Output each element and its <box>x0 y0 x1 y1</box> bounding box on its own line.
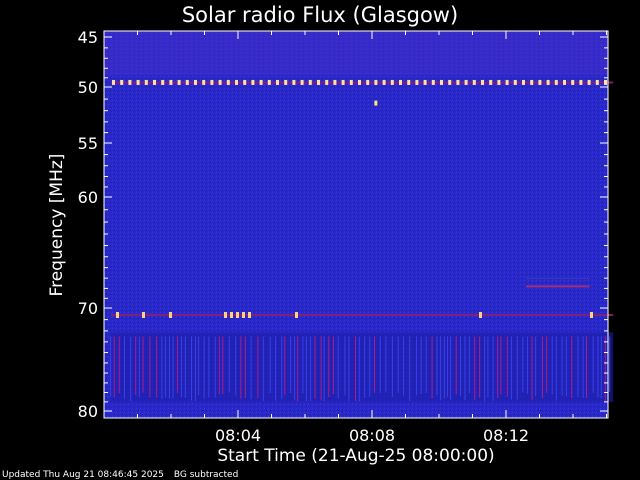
interference-dot <box>579 79 583 85</box>
y-tick-label: 60 <box>78 188 98 207</box>
interference-dot <box>224 312 227 319</box>
interference-dot <box>267 79 271 85</box>
interference-dot <box>248 312 251 319</box>
interference-dot <box>177 79 181 85</box>
y-tick-label: 45 <box>78 28 98 47</box>
interference-dot <box>194 79 197 85</box>
interference-dot <box>235 79 238 85</box>
interference-dot <box>497 79 501 85</box>
interference-dot <box>276 79 279 85</box>
interference-dot <box>210 79 214 85</box>
interference-dot <box>226 79 230 85</box>
interference-dot <box>464 79 468 85</box>
interference-dot <box>390 79 394 85</box>
interference-dot <box>481 79 484 85</box>
footer: Updated Thu Aug 21 08:46:45 2025 BG subtr… <box>2 470 248 480</box>
interference-dot <box>374 79 378 85</box>
interference-dot <box>317 79 320 85</box>
upper-band <box>104 31 608 75</box>
interference-dot <box>546 79 550 85</box>
interference-dot <box>325 79 329 85</box>
interference-dot <box>116 312 119 319</box>
interference-dot <box>292 79 296 85</box>
interference-dot <box>218 79 222 85</box>
interference-dot <box>571 79 575 85</box>
interference-dot <box>382 79 386 85</box>
interference-dot <box>251 79 255 85</box>
background-note: BG subtracted <box>173 470 239 480</box>
x-tick-label: 08:08 <box>349 426 395 445</box>
interference-dot <box>479 312 482 319</box>
interference-dot <box>456 79 460 85</box>
interference-dot <box>341 79 345 85</box>
interference-dot <box>554 79 558 85</box>
interference-dot <box>136 79 140 85</box>
interference-dot <box>431 79 435 85</box>
interference-dot <box>358 79 361 85</box>
striped-region-band <box>110 332 614 402</box>
interference-dot <box>185 79 189 85</box>
interference-dot <box>563 79 566 85</box>
interference-dot <box>242 312 245 319</box>
interference-dot <box>120 79 124 85</box>
interference-dot <box>530 79 534 85</box>
spectrogram-chart: 45 50 55 60 70 80 08:04 08:08 08:12 Frequency [M… <box>47 28 614 466</box>
interference-dot <box>448 79 452 85</box>
interference-dot <box>153 79 156 85</box>
interference-dot <box>202 79 206 85</box>
interference-dot <box>295 312 298 319</box>
interference-dot <box>366 79 370 85</box>
interference-dot <box>169 312 172 319</box>
striped-region <box>110 332 614 402</box>
interference-dot <box>513 79 517 85</box>
interference-dot <box>538 79 542 85</box>
interference-dot <box>236 312 239 319</box>
y-tick-label: 50 <box>78 78 98 97</box>
y-tick-label: 55 <box>78 134 98 153</box>
update-timestamp: Updated Thu Aug 21 08:46:45 2025 <box>2 470 164 480</box>
interference-dot <box>423 79 427 85</box>
x-axis-label: Start Time (21-Aug-25 08:00:00) <box>217 446 494 466</box>
interference-dot <box>472 79 476 85</box>
y-tick-label: 80 <box>78 402 98 421</box>
interference-dot <box>259 79 263 85</box>
interference-dot <box>284 79 288 85</box>
interference-dot <box>308 79 312 85</box>
interference-dot <box>144 79 148 85</box>
interference-dot <box>128 79 132 85</box>
y-axis-label: Frequency [MHz] <box>47 154 67 297</box>
interference-dot <box>587 79 591 85</box>
interference-dot <box>522 79 525 85</box>
y-tick-label: 70 <box>78 299 98 318</box>
interference-dot <box>333 79 337 85</box>
interference-dot <box>505 79 509 85</box>
interference-dot <box>169 79 173 85</box>
interference-dot <box>590 312 593 319</box>
interference-dot <box>407 79 411 85</box>
x-tick-label: 08:04 <box>215 426 261 445</box>
x-tick-label: 08:12 <box>483 426 529 445</box>
interference-dot <box>604 79 607 85</box>
interference-dot <box>399 79 402 85</box>
interference-dot <box>112 79 115 85</box>
interference-dot <box>349 79 353 85</box>
interference-dot <box>489 79 493 85</box>
interference-dot <box>300 79 304 85</box>
interference-dot <box>243 79 247 85</box>
interference-dot <box>595 79 599 85</box>
interference-dot <box>142 312 145 319</box>
interference-dot <box>440 79 443 85</box>
bright-point <box>374 100 378 106</box>
interference-dot <box>230 312 233 319</box>
interference-dot <box>415 79 419 85</box>
interference-dot <box>161 79 165 85</box>
